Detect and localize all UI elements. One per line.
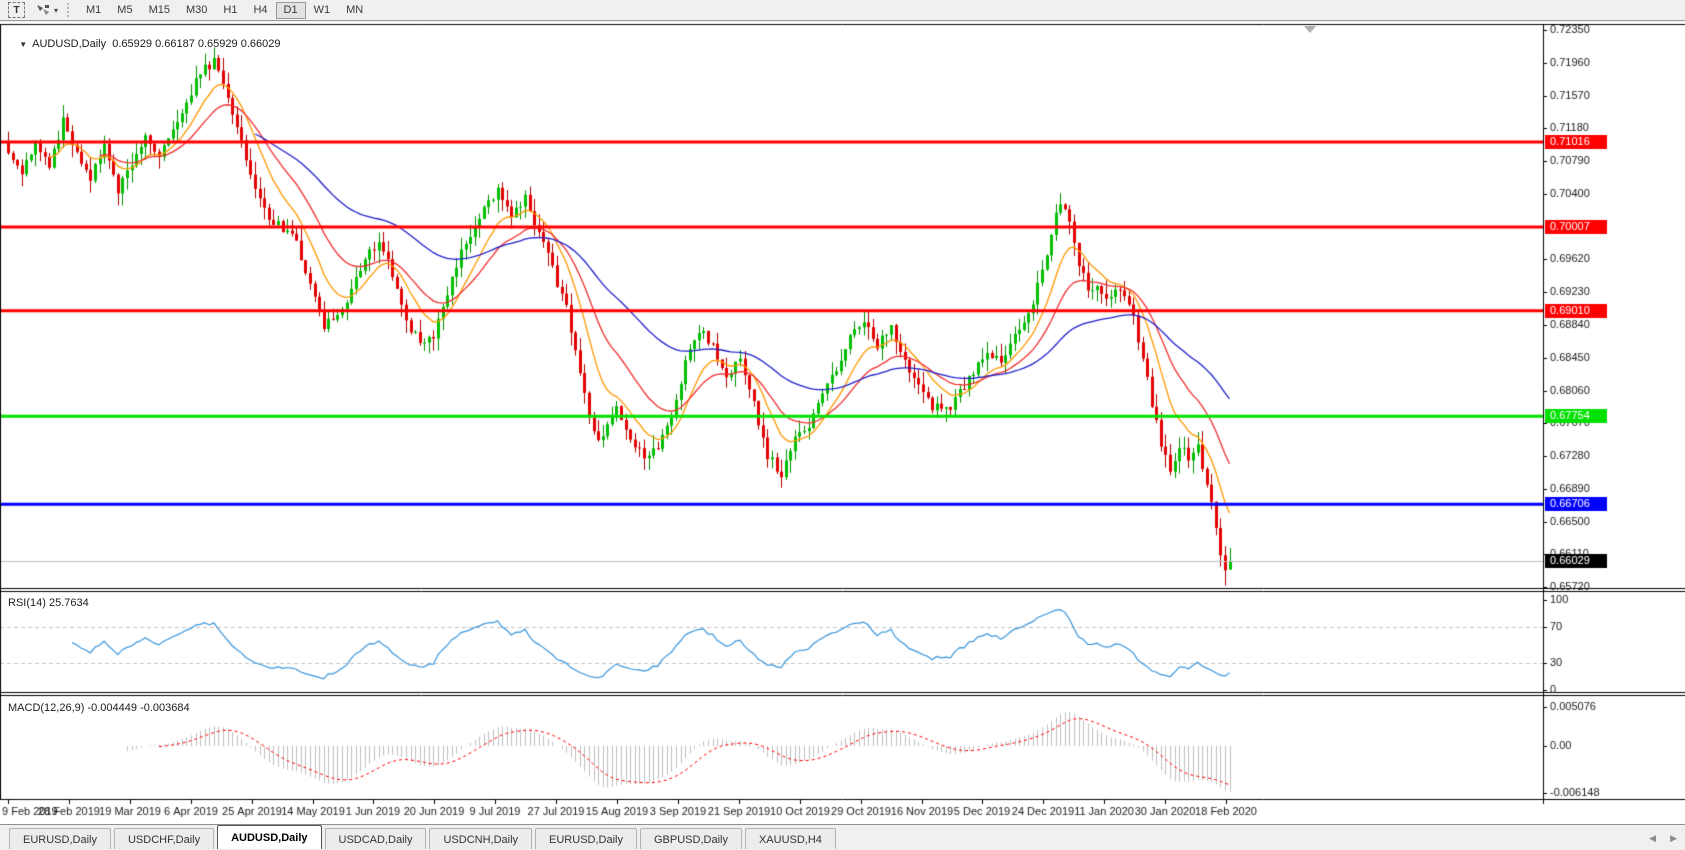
- chart-tab-gbpusd-daily[interactable]: GBPUSD,Daily: [640, 828, 742, 849]
- tab-scroll-buttons: ◀ ▶: [1649, 833, 1677, 844]
- chart-tab-bar: EURUSD,DailyUSDCHF,DailyAUDUSD,DailyUSDC…: [0, 824, 1685, 850]
- timeframe-button-d1[interactable]: D1: [276, 2, 306, 19]
- chart-symbol-label: AUDUSD,Daily: [32, 38, 106, 50]
- chart-window: ▼ AUDUSD,Daily 0.65929 0.66187 0.65929 0.…: [0, 22, 1685, 824]
- chart-tab-eurusd-daily[interactable]: EURUSD,Daily: [9, 828, 111, 849]
- chart-tab-audusd-daily[interactable]: AUDUSD,Daily: [217, 825, 321, 849]
- timeframe-button-m30[interactable]: M30: [178, 2, 215, 19]
- timeframe-button-m5[interactable]: M5: [109, 2, 140, 19]
- chart-ohlc-values: 0.65929 0.66187 0.65929 0.66029: [112, 38, 280, 50]
- chart-tab-usdcad-daily[interactable]: USDCAD,Daily: [325, 828, 427, 849]
- timeframe-button-m1[interactable]: M1: [78, 2, 109, 19]
- price-axis[interactable]: [1544, 22, 1685, 798]
- panel-divider[interactable]: [0, 585, 1685, 591]
- tab-scroll-right-icon[interactable]: ▶: [1670, 833, 1677, 844]
- rsi-indicator-label: RSI(14) 25.7634: [8, 597, 89, 609]
- top-toolbar: T ▾ M1M5M15M30H1H4D1W1MN: [0, 0, 1685, 21]
- tab-scroll-left-icon[interactable]: ◀: [1649, 833, 1656, 844]
- timeframe-button-m15[interactable]: M15: [141, 2, 178, 19]
- dropdown-caret-icon: ▾: [54, 6, 58, 15]
- text-label-tool-button[interactable]: T: [4, 2, 29, 19]
- timeframe-button-w1[interactable]: W1: [306, 2, 339, 19]
- chart-tab-xauusd-h4[interactable]: XAUUSD,H4: [745, 828, 836, 849]
- price-chart-canvas[interactable]: [0, 22, 1685, 824]
- chart-tab-eurusd-daily[interactable]: EURUSD,Daily: [535, 828, 637, 849]
- macd-indicator-label: MACD(12,26,9) -0.004449 -0.003684: [8, 702, 190, 714]
- timeframe-button-group: M1M5M15M30H1H4D1W1MN: [78, 2, 371, 19]
- toolbar-grip[interactable]: [67, 3, 73, 17]
- chart-tab-usdchf-daily[interactable]: USDCHF,Daily: [114, 828, 214, 849]
- arrow-tools-icon: [35, 3, 51, 17]
- timeframe-button-h1[interactable]: H1: [215, 2, 245, 19]
- timeframe-button-h4[interactable]: H4: [245, 2, 275, 19]
- text-label-tool-icon: T: [8, 2, 25, 18]
- chart-title[interactable]: ▼ AUDUSD,Daily 0.65929 0.66187 0.65929 0.…: [7, 26, 280, 62]
- panel-divider[interactable]: [0, 689, 1685, 695]
- arrow-tools-button[interactable]: ▾: [31, 2, 62, 19]
- chart-tabs: EURUSD,DailyUSDCHF,DailyAUDUSD,DailyUSDC…: [6, 825, 836, 850]
- chart-shift-marker[interactable]: [1304, 26, 1316, 33]
- chart-tab-usdcnh-daily[interactable]: USDCNH,Daily: [429, 828, 532, 849]
- time-axis[interactable]: [0, 798, 1543, 824]
- chart-title-caret-icon: ▼: [19, 40, 27, 49]
- timeframe-button-mn[interactable]: MN: [338, 2, 371, 19]
